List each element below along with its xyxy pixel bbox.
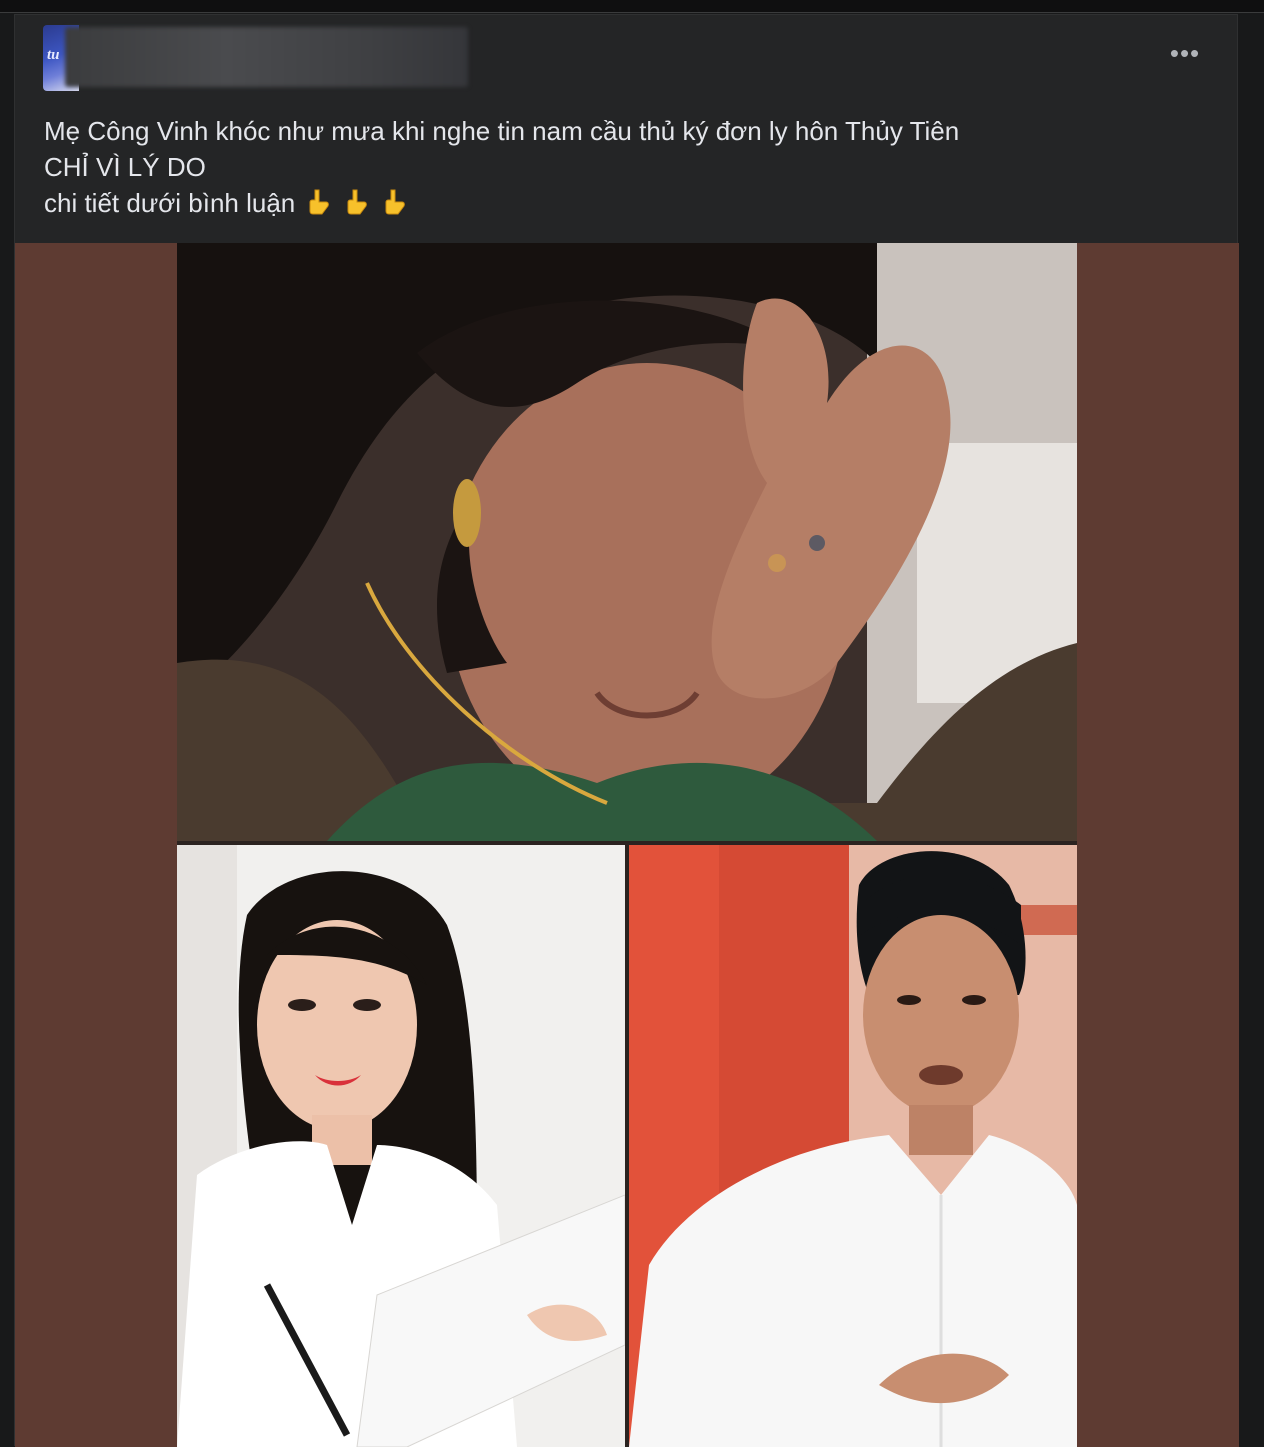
caption-line: chi tiết dưới bình luận: [44, 185, 1144, 221]
more-options-icon[interactable]: •••: [1165, 40, 1205, 66]
window-top-bar: [0, 0, 1264, 13]
point-down-icon: [381, 188, 409, 216]
avatar-text: tu: [47, 47, 60, 63]
photo-woman-white-shirt[interactable]: [177, 845, 625, 1447]
point-down-icon: [305, 188, 333, 216]
photo-man-white-shirt[interactable]: [629, 845, 1077, 1447]
caption-line: CHỈ VÌ LÝ DO: [44, 152, 206, 182]
photo-crying-woman[interactable]: [177, 243, 1077, 841]
point-down-icon: [343, 188, 371, 216]
post-media[interactable]: [15, 243, 1239, 1447]
caption-line-text: chi tiết dưới bình luận: [44, 188, 296, 218]
post-caption: Mẹ Công Vinh khóc như mưa khi nghe tin n…: [44, 113, 1144, 221]
blurred-author-name[interactable]: [65, 27, 468, 87]
post-card: tu ••• Mẹ Công Vinh khóc như mưa khi ngh…: [14, 14, 1239, 1447]
photo-collage[interactable]: [177, 243, 1077, 1447]
caption-line: Mẹ Công Vinh khóc như mưa khi nghe tin n…: [44, 116, 960, 146]
